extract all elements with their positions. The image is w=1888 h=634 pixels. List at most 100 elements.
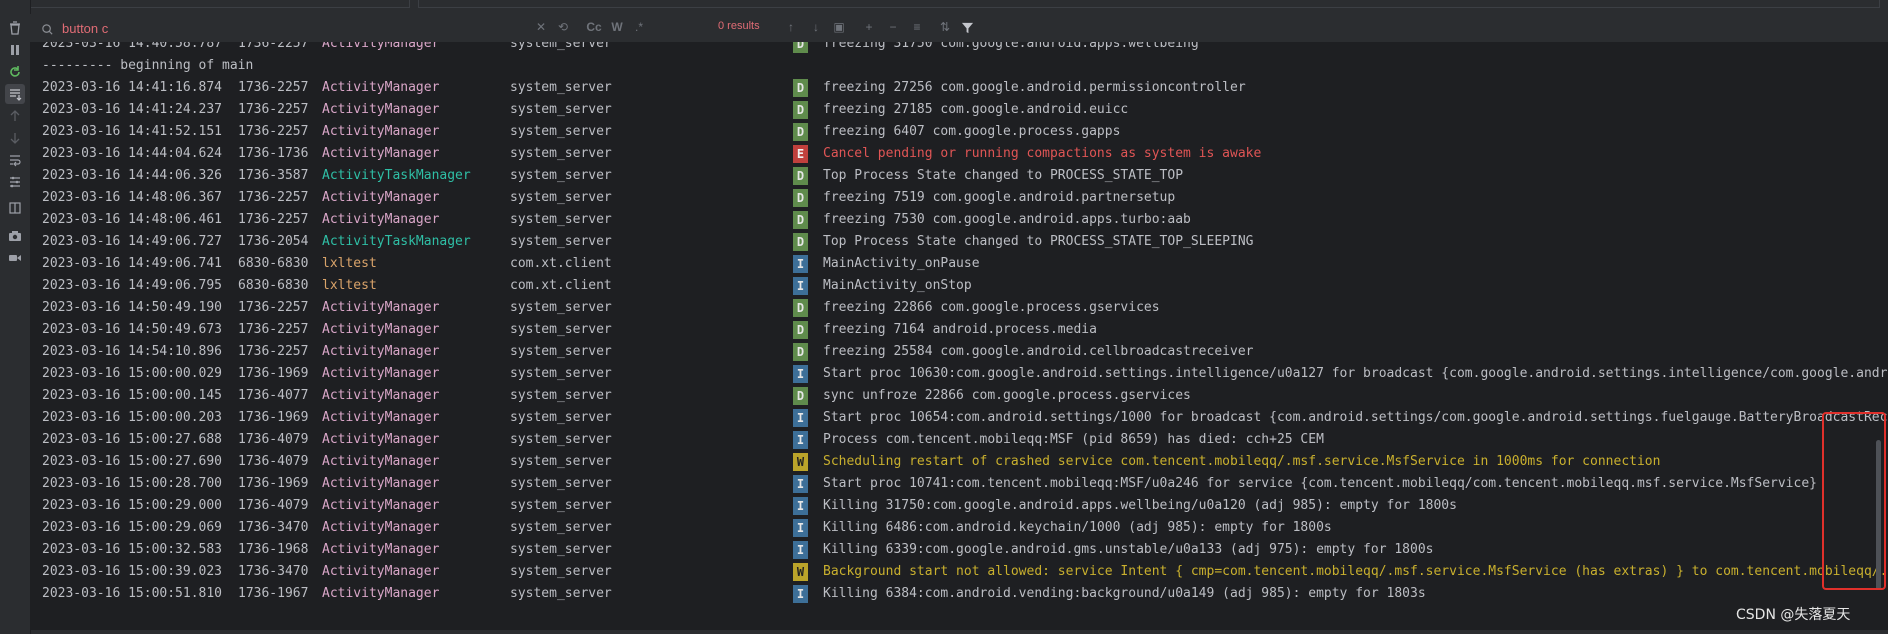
log-row[interactable]: 2023-03-16 15:00:00.029 1736-1969 Activity… — [30, 363, 1888, 385]
log-level-badge: I — [793, 365, 808, 383]
log-tag: ActivityManager — [322, 366, 440, 381]
split-icon[interactable] — [5, 198, 25, 218]
log-timestamp: 2023-03-16 14:54:10.896 — [42, 344, 223, 359]
log-tag: ActivityManager — [322, 476, 440, 491]
log-row[interactable]: 2023-03-16 14:41:52.151 1736-2257 Activity… — [30, 121, 1888, 143]
log-timestamp: 2023-03-16 15:00:39.023 — [42, 564, 223, 579]
log-tag: ActivityManager — [322, 410, 440, 425]
multi-icon[interactable]: ≡ — [908, 18, 926, 36]
log-row[interactable]: 2023-03-16 14:48:06.461 1736-2257 Activity… — [30, 209, 1888, 231]
log-row[interactable]: 2023-03-16 14:49:06.795 6830-6830 lxltest c… — [30, 275, 1888, 297]
soft-wrap-icon[interactable] — [5, 150, 25, 170]
remove-icon[interactable]: − — [884, 18, 902, 36]
log-message: Process com.tencent.mobileqq:MSF (pid 86… — [823, 432, 1324, 447]
log-row[interactable]: 2023-03-16 14:50:49.673 1736-2257 Activity… — [30, 319, 1888, 341]
pause-icon[interactable] — [5, 40, 25, 60]
log-package: system_server — [510, 454, 612, 469]
log-level-badge: I — [793, 431, 808, 449]
log-row[interactable]: 2023-03-16 15:00:00.203 1736-1969 Activity… — [30, 407, 1888, 429]
sort-icon[interactable]: ⇅ — [936, 18, 954, 36]
red-highlight-box — [1822, 412, 1886, 590]
log-timestamp: 2023-03-16 14:48:06.461 — [42, 212, 223, 227]
log-package: system_server — [510, 124, 612, 139]
log-package: system_server — [510, 476, 612, 491]
search-icon[interactable] — [38, 20, 56, 38]
prev-icon[interactable]: ↑ — [782, 18, 800, 36]
log-timestamp: 2023-03-16 14:48:06.367 — [42, 190, 223, 205]
up-icon[interactable] — [5, 106, 25, 126]
log-level-badge: E — [793, 145, 808, 163]
log-pid: 1736-2257 — [238, 300, 309, 315]
close-icon[interactable]: ✕ — [532, 18, 550, 36]
log-row[interactable]: 2023-03-16 14:41:16.874 1736-2257 Activity… — [30, 77, 1888, 99]
log-level-badge: D — [793, 387, 808, 405]
log-package: system_server — [510, 102, 612, 117]
log-timestamp: 2023-03-16 14:49:06.727 — [42, 234, 223, 249]
log-tag: ActivityManager — [322, 80, 440, 95]
log-timestamp: 2023-03-16 15:00:32.583 — [42, 542, 223, 557]
log-timestamp: 2023-03-16 15:00:29.069 — [42, 520, 223, 535]
log-pid: 1736-2257 — [238, 80, 309, 95]
filter-settings-icon[interactable] — [5, 172, 25, 192]
log-row[interactable]: 2023-03-16 15:00:51.810 1736-1967 Activity… — [30, 583, 1888, 605]
log-pid: 1736-2257 — [238, 212, 309, 227]
log-package: system_server — [510, 80, 612, 95]
log-row[interactable]: 2023-03-16 14:49:06.741 6830-6830 lxltest c… — [30, 253, 1888, 275]
log-row[interactable]: 2023-03-16 14:48:06.367 1736-2257 Activity… — [30, 187, 1888, 209]
log-row[interactable]: 2023-03-16 15:00:29.069 1736-3470 Activity… — [30, 517, 1888, 539]
log-level-badge: D — [793, 123, 808, 141]
log-view[interactable]: 2023-03-16 14:40:58.787 1736-2257 Activity… — [30, 42, 1888, 630]
log-level-badge: I — [793, 541, 808, 559]
log-level-badge: I — [793, 519, 808, 537]
watermark: CSDN @失落夏天 — [1736, 607, 1851, 623]
screenrecord-icon[interactable] — [5, 248, 25, 268]
words-icon[interactable]: W — [608, 18, 626, 36]
log-row[interactable]: 2023-03-16 15:00:32.583 1736-1968 Activity… — [30, 539, 1888, 561]
log-row[interactable]: 2023-03-16 15:00:00.145 1736-4077 Activity… — [30, 385, 1888, 407]
log-timestamp: 2023-03-16 14:44:04.624 — [42, 146, 223, 161]
log-row[interactable]: 2023-03-16 14:54:10.896 1736-2257 Activity… — [30, 341, 1888, 363]
down-icon[interactable] — [5, 128, 25, 148]
add-icon[interactable]: + — [860, 18, 878, 36]
log-pid: 1736-4079 — [238, 432, 309, 447]
log-row[interactable]: 2023-03-16 14:40:58.787 1736-2257 Activity… — [30, 42, 1888, 55]
log-row[interactable]: 2023-03-16 14:44:04.624 1736-1736 Activity… — [30, 143, 1888, 165]
log-row[interactable]: 2023-03-16 15:00:27.688 1736-4079 Activity… — [30, 429, 1888, 451]
log-row[interactable]: 2023-03-16 15:00:28.700 1736-1969 Activity… — [30, 473, 1888, 495]
regex-icon[interactable]: .* — [630, 18, 648, 36]
log-row[interactable]: 2023-03-16 14:41:24.237 1736-2257 Activity… — [30, 99, 1888, 121]
match-case-icon[interactable]: Cc — [585, 18, 603, 36]
log-row[interactable]: 2023-03-16 14:44:06.326 1736-3587 Activity… — [30, 165, 1888, 187]
log-row[interactable]: 2023-03-16 14:50:49.190 1736-2257 Activity… — [30, 297, 1888, 319]
log-package: system_server — [510, 586, 612, 601]
log-tag: lxltest — [322, 278, 377, 293]
clear-icon[interactable] — [5, 18, 25, 38]
log-tag: ActivityManager — [322, 564, 440, 579]
log-row[interactable]: 2023-03-16 15:00:29.000 1736-4079 Activity… — [30, 495, 1888, 517]
log-tag: ActivityManager — [322, 454, 440, 469]
select-all-icon[interactable]: ▣ — [830, 18, 848, 36]
log-tag: ActivityManager — [322, 212, 440, 227]
scroll-to-end-icon[interactable] — [5, 84, 25, 104]
log-package: system_server — [510, 520, 612, 535]
log-timestamp: 2023-03-16 14:41:16.874 — [42, 80, 223, 95]
log-package: system_server — [510, 146, 612, 161]
log-pid: 1736-1736 — [238, 146, 309, 161]
top-tab-left[interactable] — [30, 0, 410, 8]
log-tag: ActivityManager — [322, 388, 440, 403]
restart-icon[interactable] — [5, 62, 25, 82]
log-pid: 1736-3470 — [238, 520, 309, 535]
log-message: Background start not allowed: service In… — [823, 564, 1888, 579]
log-pid: 1736-1969 — [238, 410, 309, 425]
screenshot-icon[interactable] — [5, 226, 25, 246]
regex-history-icon[interactable]: ⟲ — [554, 18, 572, 36]
log-row[interactable]: 2023-03-16 15:00:39.023 1736-3470 Activity… — [30, 561, 1888, 583]
top-tab-right[interactable] — [418, 0, 1880, 8]
next-icon[interactable]: ↓ — [807, 18, 825, 36]
log-pid: 1736-4079 — [238, 498, 309, 513]
filter-icon[interactable] — [958, 18, 976, 36]
log-row[interactable]: 2023-03-16 14:49:06.727 1736-2054 Activity… — [30, 231, 1888, 253]
log-level-badge: D — [793, 233, 808, 251]
search-input[interactable] — [62, 18, 342, 38]
log-row[interactable]: 2023-03-16 15:00:27.690 1736-4079 Activity… — [30, 451, 1888, 473]
